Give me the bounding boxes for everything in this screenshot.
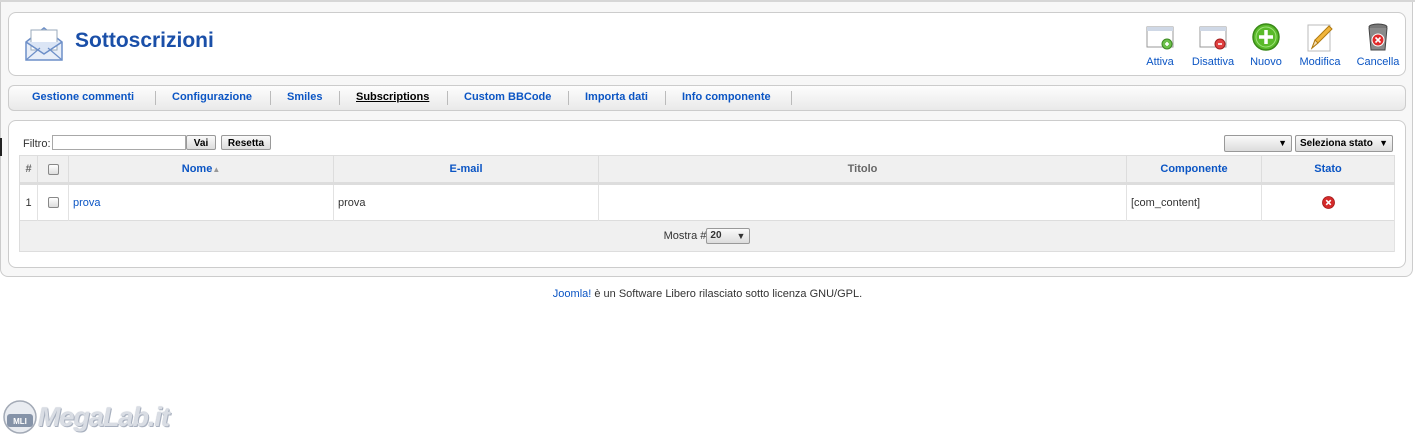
pencil-icon — [1307, 24, 1333, 52]
new-label: Nuovo — [1250, 56, 1282, 68]
submenu-divider — [665, 91, 666, 105]
trash-icon — [1368, 23, 1388, 51]
submenu-item-gestione-commenti[interactable]: Gestione commenti — [32, 91, 134, 103]
row-checkbox[interactable] — [47, 197, 59, 209]
submenu-divider — [270, 91, 271, 105]
plus-icon — [1252, 23, 1280, 51]
submenu-item-configurazione[interactable]: Configurazione — [172, 91, 252, 103]
edit-label: Modifica — [1299, 56, 1341, 68]
submenu-item-custom-bbcode[interactable]: Custom BBCode — [464, 91, 551, 103]
column-header-component[interactable]: Componente — [1126, 155, 1262, 185]
pagination-footer: Mostra #20 ▼ — [19, 220, 1395, 252]
red-x-icon[interactable] — [1321, 196, 1335, 209]
submenu-item-smiles[interactable]: Smiles — [287, 91, 322, 103]
chevron-down-icon: ▼ — [1379, 138, 1388, 148]
table-row: 1 prova prova [com_content] — [19, 183, 1395, 221]
row-number: 1 — [19, 183, 38, 221]
filter-select[interactable]: ▼ — [1224, 135, 1292, 152]
column-header-num: # — [19, 155, 38, 185]
text-cursor — [0, 138, 2, 156]
filter-reset-button[interactable]: Resetta — [221, 135, 271, 150]
column-header-select-all — [37, 155, 69, 185]
column-header-status[interactable]: Stato — [1261, 155, 1395, 185]
watermark-logo: MLI MegaLab.it — [2, 396, 182, 438]
sort-asc-icon: ▲ — [212, 165, 221, 174]
watermark-badge-text: MLI — [13, 417, 27, 426]
submenu-divider — [791, 91, 792, 105]
chevron-down-icon: ▼ — [736, 231, 746, 241]
select-all-checkbox[interactable] — [47, 163, 59, 175]
column-header-title: Titolo — [598, 155, 1127, 185]
submenu-item-subscriptions[interactable]: Subscriptions — [356, 91, 429, 103]
title-cell — [598, 183, 1127, 221]
activate-icon — [1146, 26, 1174, 50]
activate-button[interactable]: Attiva — [1132, 21, 1188, 68]
deactivate-icon — [1199, 26, 1227, 50]
watermark-text: MegaLab.it — [38, 402, 170, 432]
page-footer: Joomla! è un Software Libero rilasciato … — [0, 288, 1415, 300]
activate-label: Attiva — [1146, 56, 1174, 68]
component-cell: [com_content] — [1126, 183, 1262, 221]
submenu-divider — [155, 91, 156, 105]
name-cell: prova — [68, 183, 334, 221]
deactivate-button[interactable]: Disattiva — [1185, 21, 1241, 68]
column-header-email[interactable]: E-mail — [333, 155, 599, 185]
submenu-item-importa-dati[interactable]: Importa dati — [585, 91, 648, 103]
per-page-label: Mostra # — [663, 229, 707, 242]
edit-button[interactable]: Modifica — [1292, 21, 1348, 68]
deactivate-label: Disattiva — [1191, 56, 1235, 68]
submenu-divider — [339, 91, 340, 105]
email-cell: prova — [333, 183, 599, 221]
submenu-item-info-componente[interactable]: Info componente — [682, 91, 771, 103]
delete-button[interactable]: Cancella — [1350, 21, 1406, 68]
megalab-badge-icon: MLI — [3, 400, 37, 434]
joomla-link[interactable]: Joomla! — [553, 288, 592, 300]
column-header-name-label: Nome — [181, 163, 213, 175]
row-select-cell — [37, 183, 69, 221]
table-header-row: # Nome▲ E-mail Titolo Componente Stato — [19, 155, 1395, 185]
component-submenu: Gestione commenti Configurazione Smiles … — [8, 85, 1406, 111]
component-header: Sottoscrizioni Attiva Disattiva Nuovo Mo… — [8, 12, 1406, 76]
filter-label: Filtro: — [23, 138, 51, 150]
table-footer-row: Mostra #20 ▼ — [19, 220, 1395, 252]
per-page-value: 20 — [710, 230, 722, 241]
per-page-select[interactable]: 20 ▼ — [706, 228, 751, 244]
subscriptions-table: # Nome▲ E-mail Titolo Componente Stato 1… — [19, 155, 1395, 252]
new-button[interactable]: Nuovo — [1238, 21, 1294, 68]
status-select[interactable]: Seleziona stato ▼ — [1295, 135, 1393, 152]
license-text: è un Software Libero rilasciato sotto li… — [591, 288, 863, 300]
filter-input[interactable] — [52, 135, 186, 150]
status-select-value: Seleziona stato — [1300, 138, 1373, 149]
submenu-divider — [568, 91, 569, 105]
page-title: Sottoscrizioni — [75, 29, 214, 52]
filter-go-button[interactable]: Vai — [186, 135, 216, 150]
mail-envelope-icon — [25, 27, 63, 61]
chevron-down-icon: ▼ — [1278, 138, 1287, 148]
status-cell — [1261, 183, 1395, 221]
column-header-name[interactable]: Nome▲ — [68, 155, 334, 185]
submenu-divider — [447, 91, 448, 105]
subscription-name-link[interactable]: prova — [73, 197, 101, 209]
delete-label: Cancella — [1356, 56, 1400, 68]
subscriptions-panel: Filtro: Vai Resetta ▼ Seleziona stato ▼ … — [8, 120, 1406, 268]
